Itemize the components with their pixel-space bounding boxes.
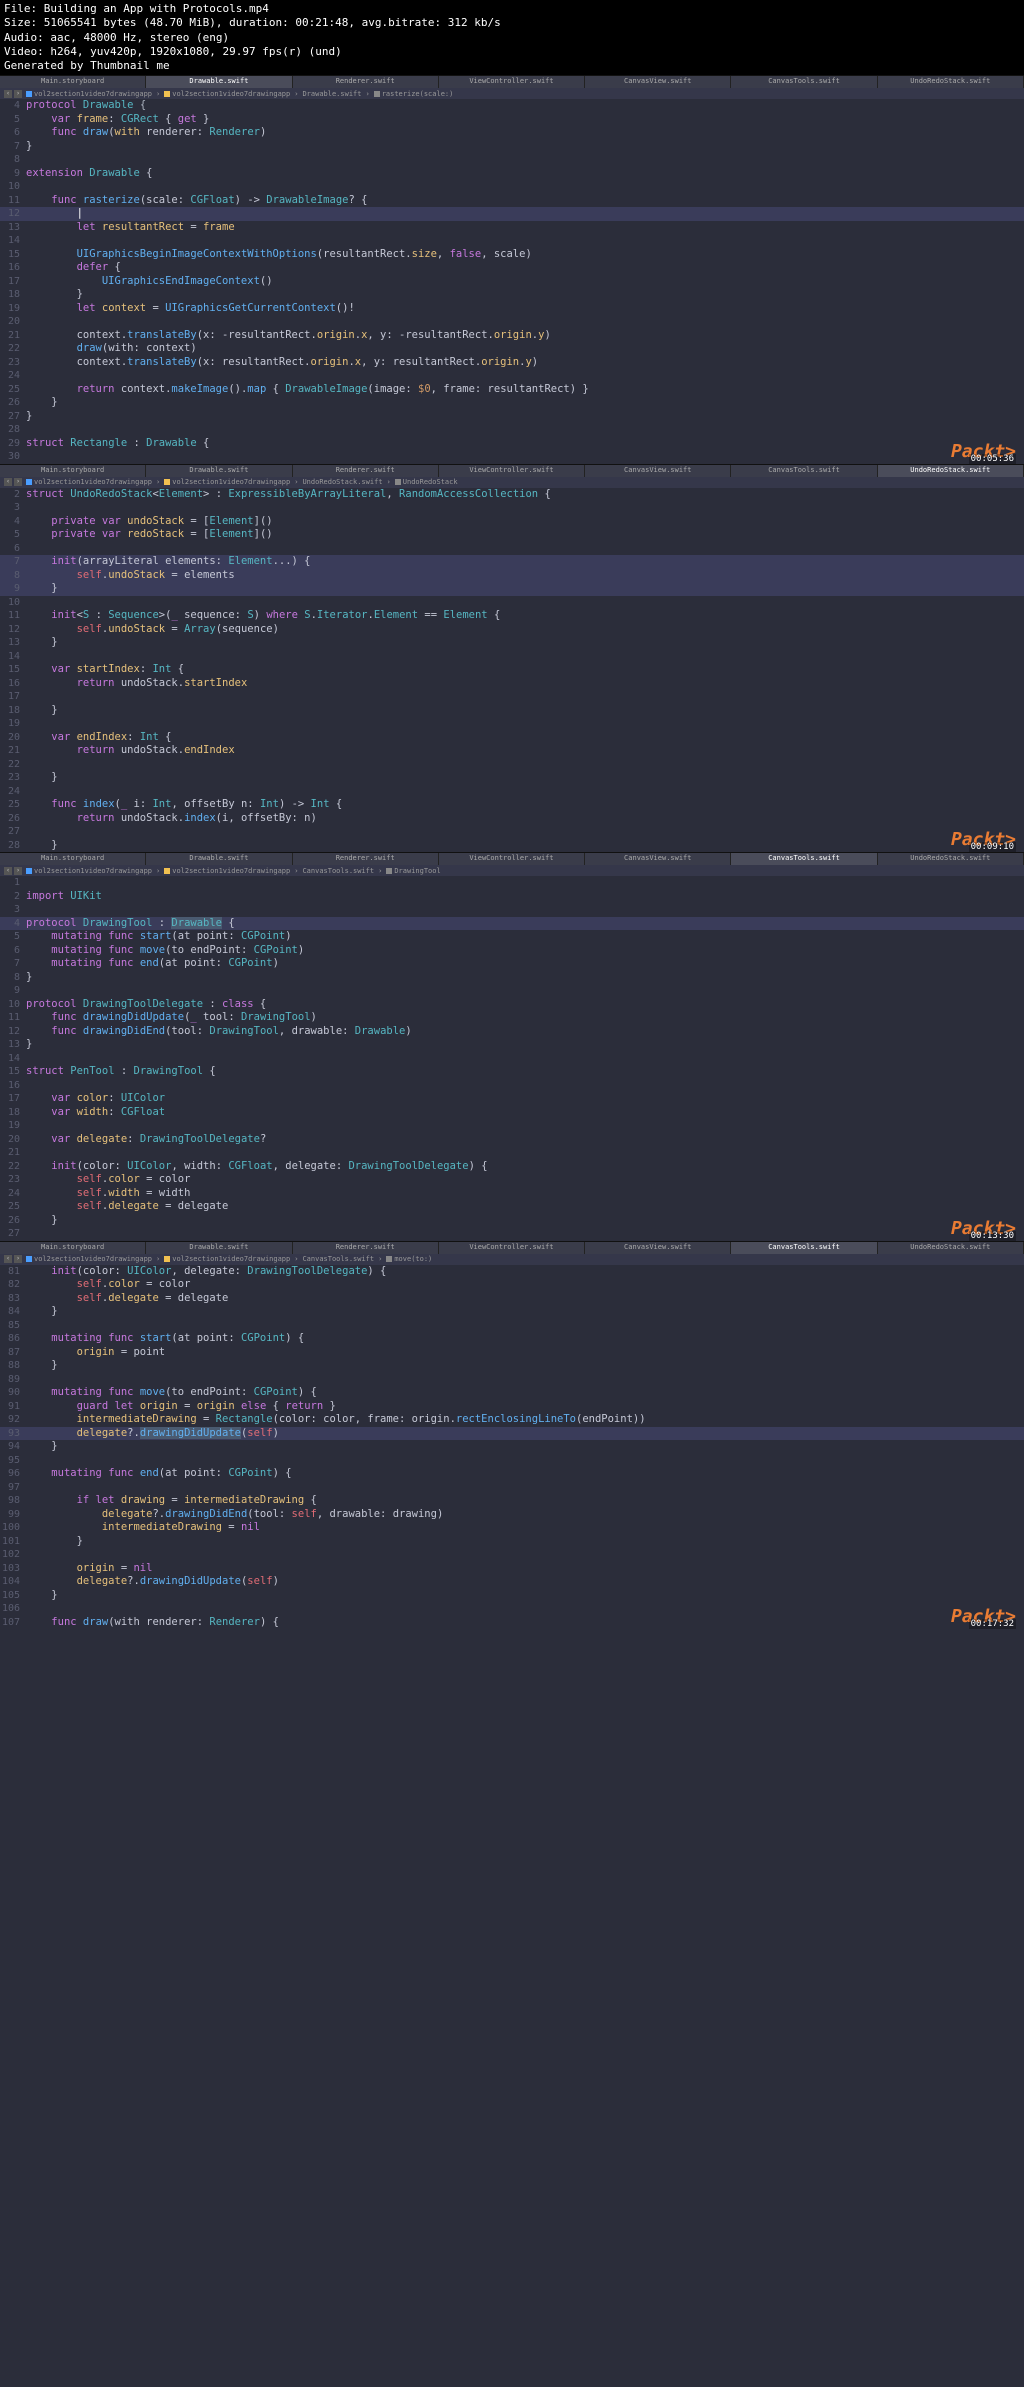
tab-storyboard[interactable]: Main.storyboard bbox=[0, 1242, 146, 1254]
timestamp: 00:09:10 bbox=[969, 842, 1016, 852]
tab-viewcontroller[interactable]: ViewController.swift bbox=[439, 76, 585, 88]
tab-renderer[interactable]: Renderer.swift bbox=[293, 76, 439, 88]
breadcrumb: ‹› vol2section1video7drawingapp › vol2se… bbox=[0, 88, 1024, 99]
tab-canvasview[interactable]: CanvasView.swift bbox=[585, 465, 731, 477]
pane-1: Main.storyboard Drawable.swift Renderer.… bbox=[0, 75, 1024, 464]
code-editor-3[interactable]: 1 2import UIKit 3 4protocol DrawingTool … bbox=[0, 876, 1024, 1241]
tab-viewcontroller[interactable]: ViewController.swift bbox=[439, 1242, 585, 1254]
tab-canvastools[interactable]: CanvasTools.swift bbox=[731, 465, 877, 477]
bc-project[interactable]: vol2section1video7drawingapp bbox=[26, 90, 152, 98]
tab-bar: Main.storyboard Drawable.swift Renderer.… bbox=[0, 76, 1024, 88]
tab-canvasview[interactable]: CanvasView.swift bbox=[585, 853, 731, 865]
method-icon bbox=[386, 1256, 392, 1262]
breadcrumb: ‹› vol2section1video7drawingapp › vol2se… bbox=[0, 865, 1024, 876]
folder-icon bbox=[164, 868, 170, 874]
tab-drawable[interactable]: Drawable.swift bbox=[146, 76, 292, 88]
tab-drawable[interactable]: Drawable.swift bbox=[146, 853, 292, 865]
folder-icon bbox=[164, 479, 170, 485]
tab-undoredo[interactable]: UndoRedoStack.swift bbox=[878, 76, 1024, 88]
tab-canvasview[interactable]: CanvasView.swift bbox=[585, 1242, 731, 1254]
tab-renderer[interactable]: Renderer.swift bbox=[293, 1242, 439, 1254]
tab-canvasview[interactable]: CanvasView.swift bbox=[585, 76, 731, 88]
project-icon bbox=[26, 479, 32, 485]
tab-bar: Main.storyboard Drawable.swift Renderer.… bbox=[0, 853, 1024, 865]
audio-info: Audio: aac, 48000 Hz, stereo (eng) bbox=[4, 31, 1020, 45]
nav-back-icon[interactable]: ‹ bbox=[4, 478, 12, 486]
bc-symbol[interactable]: rasterize(scale:) bbox=[374, 90, 454, 98]
project-icon bbox=[26, 868, 32, 874]
pane-4: Main.storyboard Drawable.swift Renderer.… bbox=[0, 1241, 1024, 1630]
method-icon bbox=[374, 91, 380, 97]
generator-info: Generated by Thumbnail me bbox=[4, 59, 1020, 73]
tab-renderer[interactable]: Renderer.swift bbox=[293, 853, 439, 865]
tab-viewcontroller[interactable]: ViewController.swift bbox=[439, 853, 585, 865]
tab-canvastools[interactable]: CanvasTools.swift bbox=[731, 853, 877, 865]
tab-canvastools[interactable]: CanvasTools.swift bbox=[731, 76, 877, 88]
tab-storyboard[interactable]: Main.storyboard bbox=[0, 76, 146, 88]
timestamp: 00:17:32 bbox=[969, 1619, 1016, 1629]
video-info: Video: h264, yuv420p, 1920x1080, 29.97 f… bbox=[4, 45, 1020, 59]
timestamp: 00:13:30 bbox=[969, 1231, 1016, 1241]
tab-drawable[interactable]: Drawable.swift bbox=[146, 1242, 292, 1254]
media-info-overlay: File: Building an App with Protocols.mp4… bbox=[0, 0, 1024, 75]
pane-2: Main.storyboard Drawable.swift Renderer.… bbox=[0, 464, 1024, 853]
project-icon bbox=[26, 1256, 32, 1262]
project-icon bbox=[26, 91, 32, 97]
nav-back-icon[interactable]: ‹ bbox=[4, 867, 12, 875]
file-size: Size: 51065541 bytes (48.70 MiB), durati… bbox=[4, 16, 1020, 30]
breadcrumb: ‹› vol2section1video7drawingapp › vol2se… bbox=[0, 477, 1024, 488]
code-editor-2[interactable]: 2struct UndoRedoStack<Element> : Express… bbox=[0, 488, 1024, 853]
protocol-icon bbox=[386, 868, 392, 874]
tab-renderer[interactable]: Renderer.swift bbox=[293, 465, 439, 477]
code-editor-4[interactable]: 81 init(color: UIColor, delegate: Drawin… bbox=[0, 1265, 1024, 1630]
tab-undoredo[interactable]: UndoRedoStack.swift bbox=[878, 465, 1024, 477]
pane-3: Main.storyboard Drawable.swift Renderer.… bbox=[0, 852, 1024, 1241]
nav-fwd-icon[interactable]: › bbox=[14, 1255, 22, 1263]
bc-file[interactable]: Drawable.swift bbox=[302, 90, 361, 98]
nav-back-icon[interactable]: ‹ bbox=[4, 90, 12, 98]
nav-fwd-icon[interactable]: › bbox=[14, 478, 22, 486]
nav-back-icon[interactable]: ‹ bbox=[4, 1255, 12, 1263]
breadcrumb: ‹› vol2section1video7drawingapp › vol2se… bbox=[0, 1254, 1024, 1265]
file-name: File: Building an App with Protocols.mp4 bbox=[4, 2, 1020, 16]
tab-storyboard[interactable]: Main.storyboard bbox=[0, 465, 146, 477]
folder-icon bbox=[164, 91, 170, 97]
tab-canvastools[interactable]: CanvasTools.swift bbox=[731, 1242, 877, 1254]
timestamp: 00:05:36 bbox=[969, 454, 1016, 464]
tab-drawable[interactable]: Drawable.swift bbox=[146, 465, 292, 477]
tab-bar: Main.storyboard Drawable.swift Renderer.… bbox=[0, 465, 1024, 477]
tab-undoredo[interactable]: UndoRedoStack.swift bbox=[878, 853, 1024, 865]
struct-icon bbox=[395, 479, 401, 485]
tab-bar: Main.storyboard Drawable.swift Renderer.… bbox=[0, 1242, 1024, 1254]
nav-fwd-icon[interactable]: › bbox=[14, 867, 22, 875]
line-number: 4 bbox=[0, 99, 26, 113]
code-editor-1[interactable]: 4protocol Drawable { 5 var frame: CGRect… bbox=[0, 99, 1024, 464]
tab-storyboard[interactable]: Main.storyboard bbox=[0, 853, 146, 865]
tab-viewcontroller[interactable]: ViewController.swift bbox=[439, 465, 585, 477]
bc-folder[interactable]: vol2section1video7drawingapp bbox=[164, 90, 290, 98]
folder-icon bbox=[164, 1256, 170, 1262]
nav-fwd-icon[interactable]: › bbox=[14, 90, 22, 98]
tab-undoredo[interactable]: UndoRedoStack.swift bbox=[878, 1242, 1024, 1254]
